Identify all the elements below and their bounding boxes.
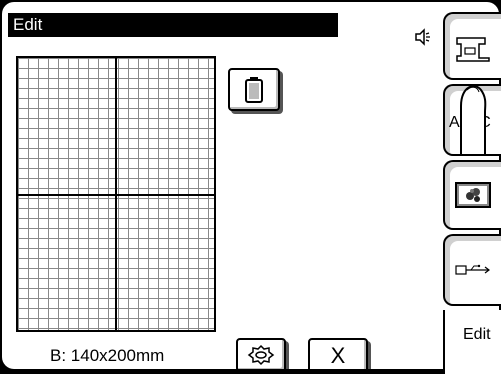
- tab-usb[interactable]: [443, 234, 501, 306]
- design-picture-icon: [455, 182, 491, 208]
- embroidery-grid[interactable]: [16, 56, 216, 332]
- grid-center-vertical: [115, 58, 117, 330]
- usb-icon: [455, 264, 490, 275]
- close-button[interactable]: X: [308, 338, 368, 369]
- hoop-size-status: B: 140x200mm: [50, 346, 165, 365]
- tab-edit-label: Edit: [463, 326, 491, 343]
- page-title: Edit: [8, 13, 338, 37]
- settings-button[interactable]: [236, 338, 286, 369]
- tab-edit[interactable]: Edit: [443, 310, 501, 374]
- close-button-label: X: [330, 343, 346, 368]
- hoop-frame-icon: [245, 76, 263, 103]
- hoop-frame-button[interactable]: [228, 68, 280, 111]
- tab-machine[interactable]: [443, 12, 501, 80]
- edit-screen: Edit X B: 140x200mm: [2, 2, 499, 369]
- sidebar-tabs: A.B.C Edit: [443, 0, 501, 374]
- tab-abc-label: A.B.C: [449, 114, 491, 131]
- sewing-machine-icon: [456, 37, 490, 62]
- tab-design[interactable]: [443, 160, 501, 230]
- tab-abc[interactable]: A.B.C: [443, 84, 501, 156]
- speaker-icon[interactable]: [414, 28, 432, 46]
- gear-icon: [247, 344, 275, 366]
